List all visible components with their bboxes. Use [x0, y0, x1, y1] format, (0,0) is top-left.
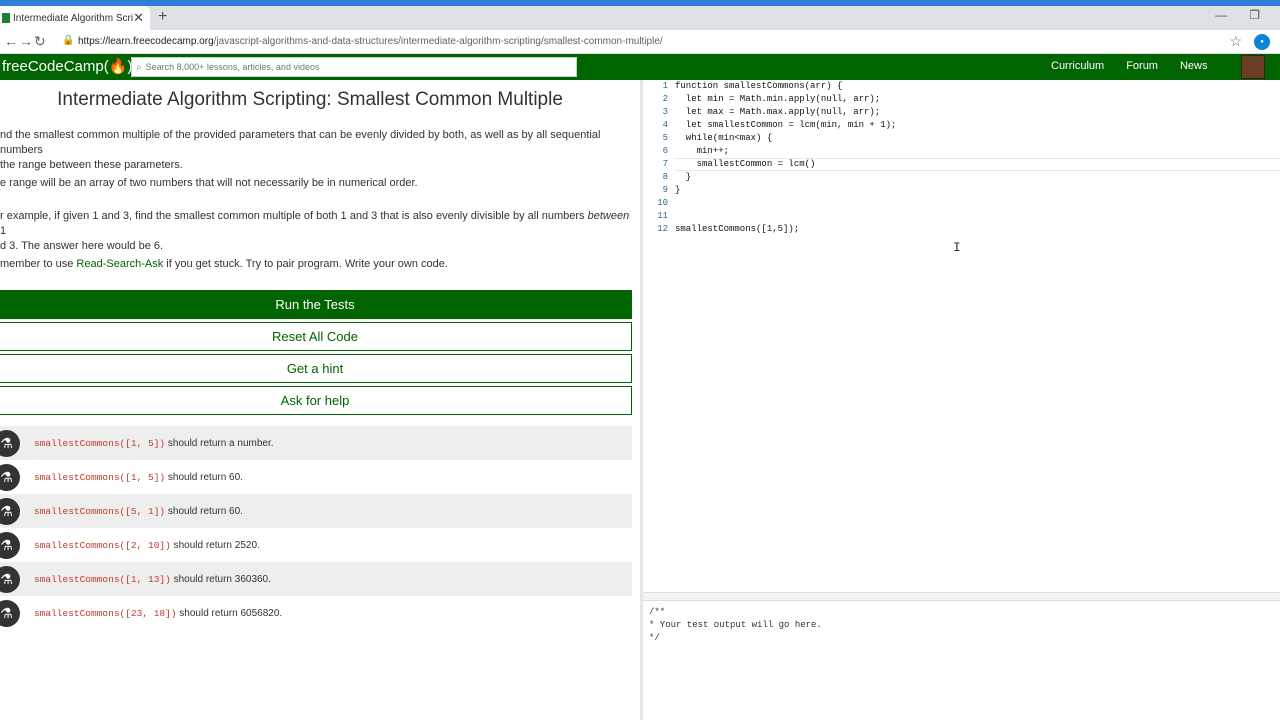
test-row: ⚗ smallestCommons([1, 5]) should return …	[0, 426, 632, 460]
test-row: ⚗ smallestCommons([2, 10]) should return…	[0, 528, 632, 562]
address-bar: ← → ↻ 🔒 https://learn.freecodecamp.org/j…	[0, 30, 1280, 54]
test-row: ⚗ smallestCommons([23, 18]) should retur…	[0, 596, 632, 630]
flask-icon: ⚗	[0, 566, 20, 593]
reload-icon[interactable]: ↻	[34, 33, 46, 50]
fcc-logo[interactable]: freeCodeCamp(🔥)	[2, 57, 132, 75]
code-line[interactable]: 8 }	[643, 172, 692, 185]
nav-links: Curriculum Forum News	[1051, 60, 1229, 72]
description-paragraph-2: e range will be an array of two numbers …	[0, 177, 418, 189]
code-line[interactable]: 9}	[643, 185, 681, 198]
favicon-icon	[2, 13, 10, 23]
flask-icon: ⚗	[0, 430, 20, 457]
code-line[interactable]: 6 min++;	[643, 146, 729, 159]
url-text[interactable]: https://learn.freecodecamp.org/javascrip…	[78, 36, 663, 47]
nav-link-curriculum[interactable]: Curriculum	[1051, 60, 1104, 72]
test-row: ⚗ smallestCommons([1, 13]) should return…	[0, 562, 632, 596]
description-paragraph-4: member to use Read-Search-Ask if you get…	[0, 258, 448, 270]
close-tab-icon[interactable]: ✕	[133, 10, 144, 26]
code-line[interactable]: 4 let smallestCommon = lcm(min, min + 1)…	[643, 120, 897, 133]
code-line[interactable]: 1 function smallestCommons(arr) {	[643, 81, 843, 94]
code-editor[interactable]: 1 function smallestCommons(arr) { 2 let m…	[643, 80, 1280, 592]
window-controls: — ❐	[1215, 8, 1260, 22]
test-row: ⚗ smallestCommons([1, 5]) should return …	[0, 460, 632, 494]
forward-icon[interactable]: →	[19, 33, 33, 49]
read-search-ask-link[interactable]: Read-Search-Ask	[76, 258, 163, 270]
new-tab-icon[interactable]: +	[158, 8, 167, 26]
flask-icon: ⚗	[0, 464, 20, 491]
code-line[interactable]: 7 smallestCommon = lcm()	[643, 159, 816, 172]
tab-title: Intermediate Algorithm Scripting	[13, 12, 133, 24]
search-box: ⌕	[131, 57, 577, 77]
back-icon[interactable]: ←	[4, 33, 18, 49]
text-cursor-icon: I	[953, 240, 961, 255]
code-line[interactable]: 11	[643, 211, 675, 224]
bookmark-star-icon[interactable]: ☆	[1229, 33, 1242, 50]
restore-icon[interactable]: ❐	[1249, 8, 1260, 22]
get-hint-button[interactable]: Get a hint	[0, 354, 632, 383]
code-line[interactable]: 2 let min = Math.min.apply(null, arr);	[643, 94, 881, 107]
search-icon: ⌕	[136, 61, 142, 73]
output-splitter[interactable]	[643, 592, 1280, 601]
code-line[interactable]: 12 smallestCommons([1,5]);	[643, 224, 799, 237]
browser-tab[interactable]: Intermediate Algorithm Scripting ✕	[0, 6, 150, 30]
search-input[interactable]	[145, 62, 546, 72]
flask-icon: ⚗	[0, 498, 20, 525]
nav-link-news[interactable]: News	[1180, 60, 1208, 72]
run-tests-button[interactable]: Run the Tests	[0, 290, 632, 319]
avatar[interactable]	[1241, 55, 1265, 79]
tab-bar: Intermediate Algorithm Scripting ✕ + — ❐	[0, 6, 1280, 30]
test-list: ⚗ smallestCommons([1, 5]) should return …	[0, 426, 632, 630]
code-line[interactable]: 5 while(min<max) {	[643, 133, 773, 146]
flask-icon: ⚗	[0, 600, 20, 627]
test-output: /** * Your test output will go here. */	[649, 607, 822, 643]
page-title: Intermediate Algorithm Scripting: Smalle…	[57, 89, 563, 110]
nav-link-forum[interactable]: Forum	[1126, 60, 1158, 72]
code-line[interactable]: 10	[643, 198, 675, 211]
minimize-icon[interactable]: —	[1215, 8, 1227, 22]
challenge-pane: Intermediate Algorithm Scripting: Smalle…	[0, 80, 640, 720]
description-paragraph-3: r example, if given 1 and 3, find the sm…	[0, 210, 630, 252]
reset-code-button[interactable]: Reset All Code	[0, 322, 632, 351]
fcc-navbar: freeCodeCamp(🔥) ⌕ Curriculum Forum News	[0, 54, 1280, 80]
flask-icon: ⚗	[0, 532, 20, 559]
test-row: ⚗ smallestCommons([5, 1]) should return …	[0, 494, 632, 528]
ask-for-help-button[interactable]: Ask for help	[0, 386, 632, 415]
lock-icon: 🔒	[62, 35, 75, 46]
description-paragraph-1: nd the smallest common multiple of the p…	[0, 129, 601, 171]
extension-icon[interactable]: ●	[1254, 34, 1270, 50]
code-line[interactable]: 3 let max = Math.max.apply(null, arr);	[643, 107, 881, 120]
